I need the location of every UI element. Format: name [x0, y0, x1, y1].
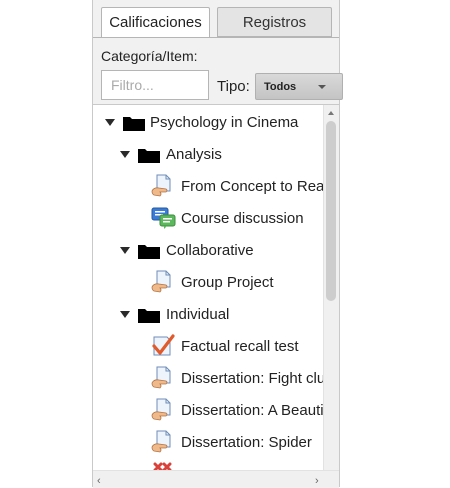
tab-registros[interactable]: Registros	[217, 7, 332, 37]
item-label: Group Project	[181, 273, 274, 291]
tab-divider	[93, 37, 339, 38]
expand-toggle-icon[interactable]	[120, 151, 130, 158]
type-label: Tipo:	[217, 78, 250, 95]
course-name: Psychology in Cinema	[150, 113, 299, 131]
assignment-icon	[151, 174, 171, 197]
scroll-left-icon[interactable]: ‹	[97, 475, 101, 487]
folder-icon	[138, 245, 160, 259]
expand-toggle-icon[interactable]	[120, 311, 130, 318]
item-label: From Concept to Reality	[181, 177, 339, 195]
quiz-checkmark-icon	[152, 334, 175, 356]
vertical-scroll-thumb[interactable]	[326, 121, 336, 301]
grade-items-tree: Psychology in Cinema Analysis From Conce…	[93, 104, 339, 488]
vertical-scrollbar[interactable]	[323, 105, 339, 471]
item-label: Dissertation: A Beautiful Mind	[181, 401, 339, 419]
item-label: Factual recall test	[181, 337, 299, 355]
grades-panel: Calificaciones Registros Categoría/Item:…	[92, 0, 343, 488]
category-label: Collaborative	[166, 241, 254, 259]
assignment-icon	[151, 270, 171, 293]
item-label: Course discussion	[181, 209, 304, 227]
item-label: Dissertation: Fight club	[181, 369, 334, 387]
forum-icon	[151, 207, 176, 229]
scroll-right-icon[interactable]: ›	[315, 475, 319, 487]
scroll-up-icon[interactable]	[328, 111, 334, 115]
folder-icon	[138, 149, 160, 163]
expand-toggle-icon[interactable]	[120, 247, 130, 254]
horizontal-scrollbar[interactable]: ‹ ›	[93, 470, 339, 488]
folder-icon	[123, 117, 145, 131]
category-label: Analysis	[166, 145, 222, 163]
folder-icon	[138, 309, 160, 323]
expand-toggle-icon[interactable]	[105, 119, 115, 126]
type-select[interactable]: Todos	[255, 73, 343, 100]
chevron-down-icon	[318, 85, 326, 89]
assignment-icon	[151, 398, 171, 421]
assignment-icon	[151, 430, 171, 453]
type-select-value: Todos	[264, 80, 297, 93]
tab-calificaciones[interactable]: Calificaciones	[101, 7, 210, 38]
category-item-label: Categoría/Item:	[101, 48, 198, 64]
assignment-icon	[151, 366, 171, 389]
filter-input[interactable]	[101, 70, 209, 100]
item-label: Dissertation: Spider	[181, 433, 312, 451]
category-label: Individual	[166, 305, 230, 323]
